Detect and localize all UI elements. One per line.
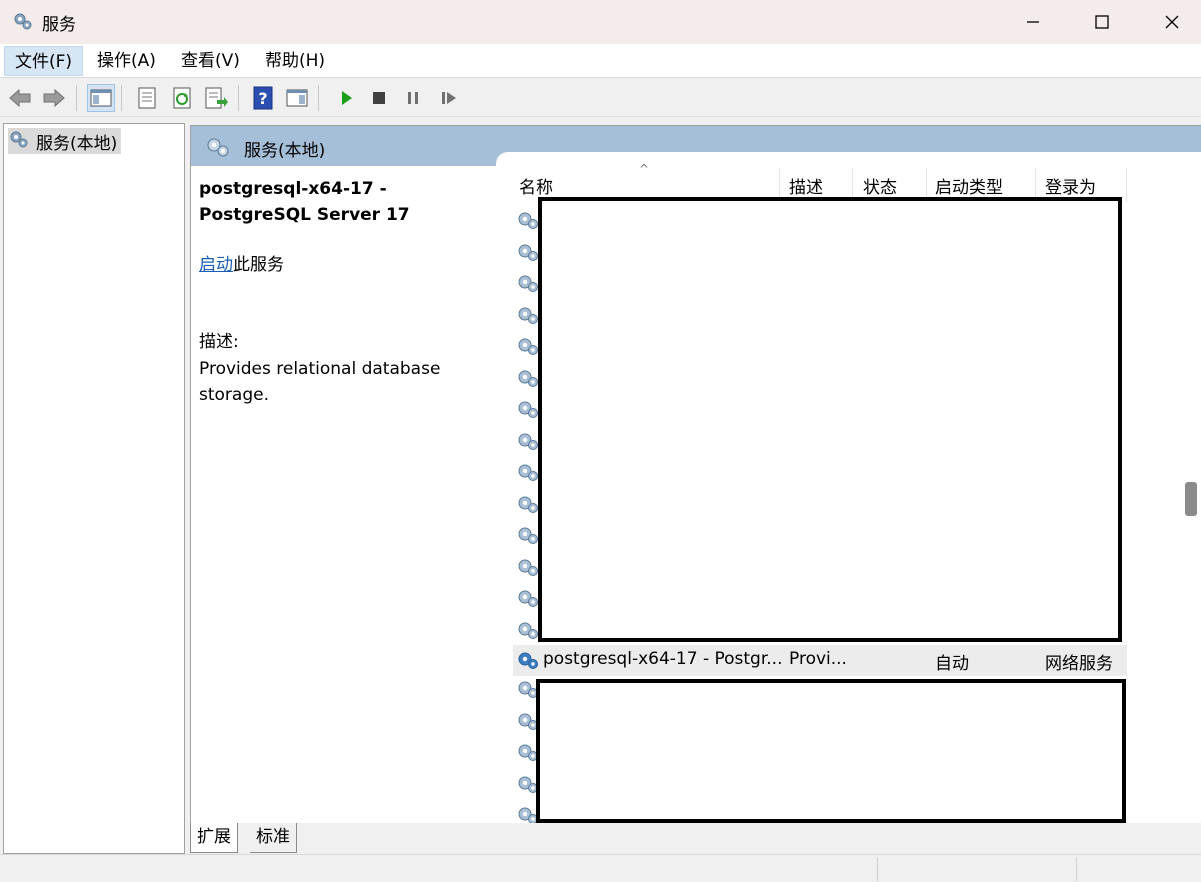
cell-logon: 网络服务 — [1045, 654, 1113, 674]
services-gear-icon — [205, 135, 231, 164]
service-gear-icon — [516, 209, 540, 236]
console-tree: 服务(本地) — [3, 123, 185, 854]
menu-bar: 文件(F) 操作(A) 查看(V) 帮助(H) — [0, 44, 1201, 78]
minimize-button[interactable] — [1010, 4, 1056, 40]
close-button[interactable] — [1149, 4, 1195, 40]
service-gear-icon — [516, 367, 540, 394]
svg-text:?: ? — [258, 89, 267, 108]
service-gear-icon — [516, 461, 540, 488]
tree-item-label: 服务(本地) — [36, 133, 118, 154]
description-text: Provides relational database storage. — [199, 359, 441, 405]
start-service-suffix: 此服务 — [233, 255, 284, 275]
stop-service-icon[interactable] — [365, 84, 393, 112]
service-gear-icon — [516, 272, 540, 299]
window-title: 服务 — [42, 15, 76, 35]
cell-name: postgresql-x64-17 - Postgr... — [543, 649, 783, 669]
services-gear-icon — [8, 128, 30, 155]
service-gear-icon — [516, 649, 540, 676]
service-gear-icon — [516, 619, 540, 646]
service-title: postgresql-x64-17 - PostgreSQL Server 17 — [199, 179, 410, 225]
properties-icon[interactable] — [133, 84, 161, 112]
export-list-icon[interactable] — [202, 84, 230, 112]
cell-description: Provi... — [789, 649, 847, 669]
service-detail-panel: postgresql-x64-17 - PostgreSQL Server 17… — [199, 176, 499, 408]
services-gear-icon — [12, 10, 34, 37]
start-service-link[interactable]: 启动 — [199, 255, 233, 275]
service-gear-icon — [516, 241, 540, 268]
menu-help[interactable]: 帮助(H) — [255, 46, 335, 76]
menu-action[interactable]: 操作(A) — [87, 46, 166, 76]
start-service-icon[interactable] — [332, 84, 360, 112]
menu-view[interactable]: 查看(V) — [171, 46, 250, 76]
services-pane: 服务(本地) postgresql-x64-17 - PostgreSQL Se… — [190, 125, 1201, 824]
service-gear-icon — [516, 524, 540, 551]
tree-item-services-local[interactable]: 服务(本地) — [8, 128, 122, 155]
service-gear-icon — [516, 556, 540, 583]
back-icon[interactable] — [6, 84, 34, 112]
service-gear-icon — [516, 430, 540, 457]
redacted-area — [538, 197, 1122, 642]
menu-file[interactable]: 文件(F) — [4, 46, 84, 76]
service-gear-icon — [516, 398, 540, 425]
redacted-area — [536, 679, 1126, 823]
vertical-scrollbar-thumb[interactable] — [1185, 482, 1197, 516]
service-gear-icon — [516, 587, 540, 614]
sort-ascending-icon: ^ — [639, 162, 650, 176]
help-icon[interactable]: ? — [249, 84, 277, 112]
maximize-button[interactable] — [1079, 4, 1125, 40]
pause-service-icon[interactable] — [399, 84, 427, 112]
tab-standard[interactable]: 标准 — [250, 823, 297, 853]
service-gear-icon — [516, 493, 540, 520]
show-action-pane-icon[interactable] — [283, 84, 311, 112]
resume-service-icon[interactable] — [435, 84, 463, 112]
service-gear-icon — [516, 335, 540, 362]
title-bar: 服务 — [0, 0, 1201, 44]
status-bar — [0, 854, 1201, 882]
service-gear-icon — [516, 304, 540, 331]
refresh-icon[interactable] — [168, 84, 196, 112]
forward-icon[interactable] — [40, 84, 68, 112]
tab-extended[interactable]: 扩展 — [190, 823, 238, 853]
description-label: 描述: — [199, 332, 239, 352]
pane-header-title: 服务(本地) — [244, 141, 326, 161]
view-tabs: 扩展 标准 — [190, 823, 1201, 854]
cell-startup-type: 自动 — [935, 654, 969, 674]
show-tree-icon[interactable] — [87, 84, 115, 112]
toolbar: ? — [0, 79, 1201, 117]
table-row-selected[interactable]: postgresql-x64-17 - Postgr... Provi... 自… — [513, 645, 1127, 676]
